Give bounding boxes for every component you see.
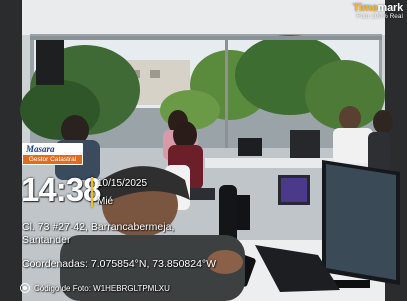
stamp-address-line1: Cl. 73 #27-42, Barrancabermeja, <box>22 221 175 233</box>
stamp-photo-code-text: Código de Foto: W1HEBRGLTPMLXU <box>34 283 170 293</box>
timemark-tagline: Foto 100% Real <box>356 13 403 20</box>
stamp-time: 14:38 <box>21 171 101 208</box>
company-logo: Masara Gestor Catastral <box>22 143 83 165</box>
stamp-date: 10/15/2025 <box>97 178 148 189</box>
stamp-address-line2: Santander <box>22 234 71 246</box>
company-logo-name: Masara <box>26 144 55 154</box>
stamp-coordinates: Coordenadas: 7.075854°N, 73.850824°W <box>22 258 217 270</box>
stamp-photo-code: Código de Foto: W1HEBRGLTPMLXU <box>20 283 170 293</box>
stamp-divider-bar <box>91 177 93 207</box>
timemark-watermark: Timemark Foto 100% Real <box>353 2 403 20</box>
camera-icon <box>20 283 30 293</box>
stamp-weekday: Mié <box>97 196 114 207</box>
company-logo-subtitle: Gestor Catastral <box>23 155 82 164</box>
